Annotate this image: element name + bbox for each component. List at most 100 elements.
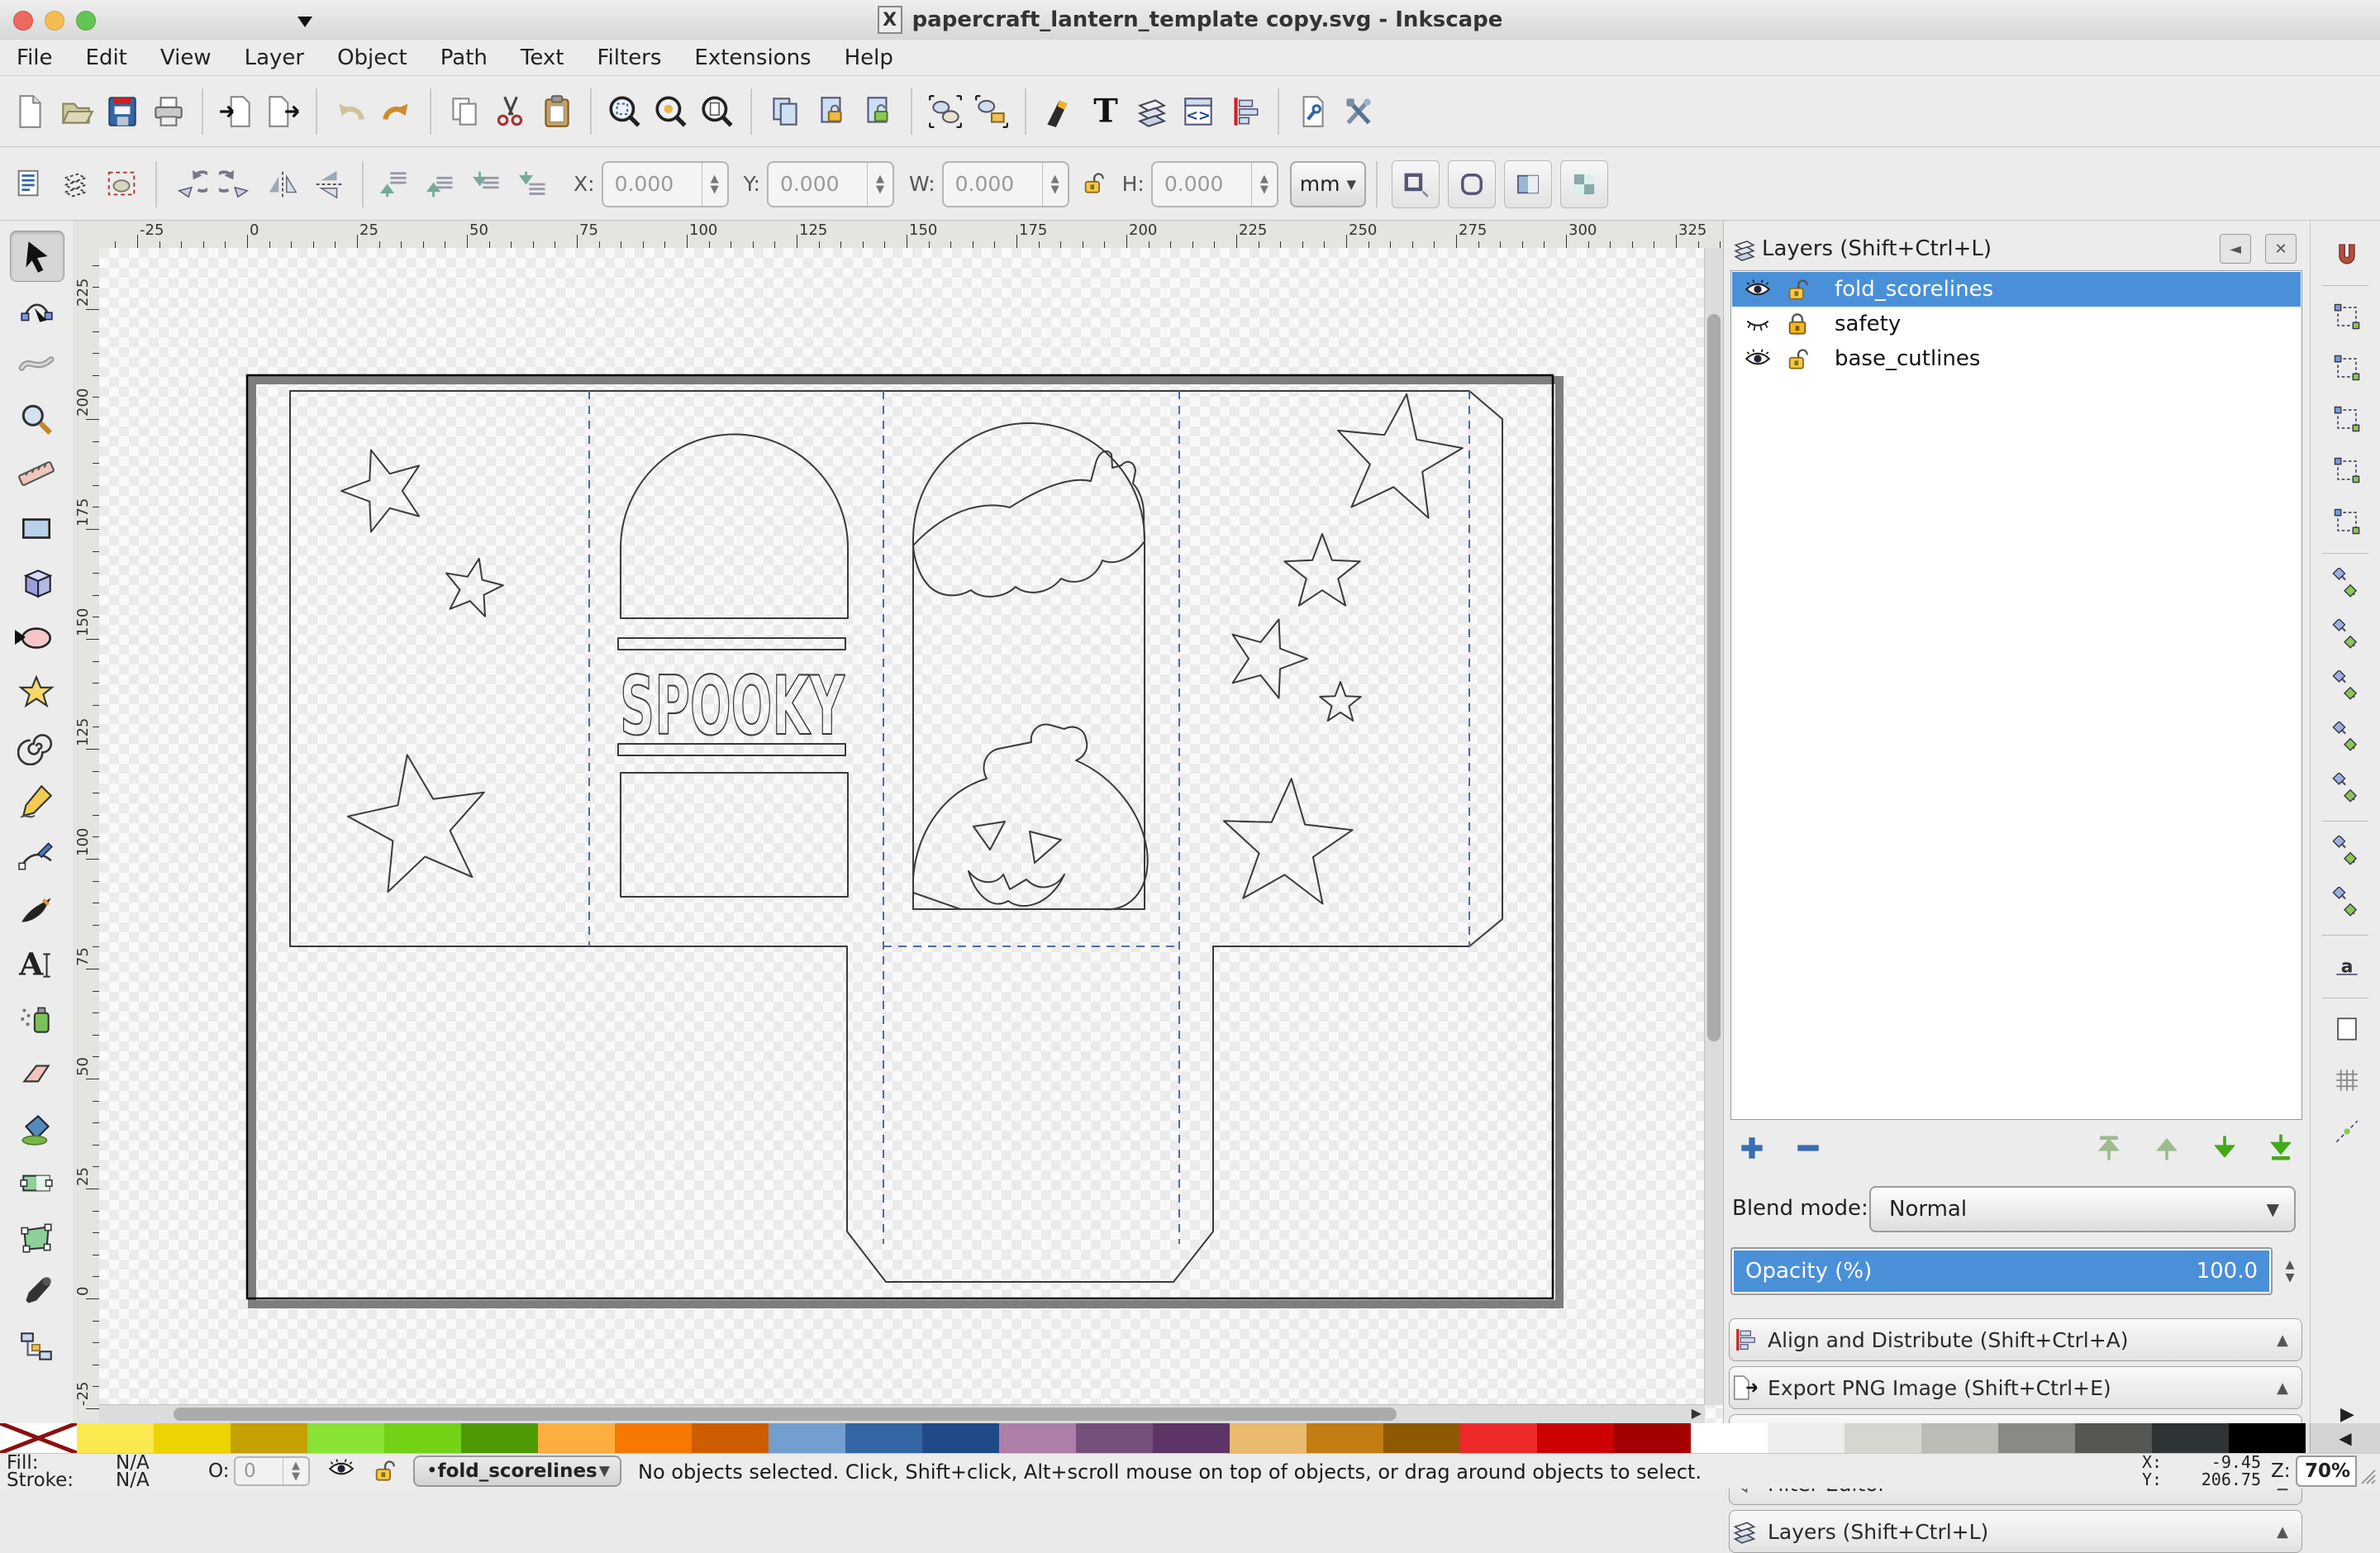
menu-path[interactable]: Path — [440, 45, 488, 70]
duplicate-button[interactable] — [762, 88, 808, 135]
menu-help[interactable]: Help — [845, 45, 893, 70]
color-swatch[interactable] — [1768, 1423, 1844, 1453]
color-swatch[interactable] — [692, 1423, 769, 1453]
layer-visibility-toggle[interactable] — [1744, 279, 1772, 299]
document-drawing[interactable]: SPOOKY — [99, 248, 1723, 1423]
tool-gradient[interactable] — [10, 1158, 63, 1208]
color-swatch[interactable] — [231, 1423, 307, 1453]
snap-bbox-centers-button[interactable] — [2327, 502, 2367, 541]
x-spinbox[interactable]: 0.000▲▼ — [602, 161, 729, 207]
rotate-cw-button[interactable] — [213, 161, 259, 207]
star-cutout[interactable] — [1224, 779, 1353, 903]
color-swatch[interactable] — [461, 1423, 538, 1453]
tool-paint-bucket[interactable] — [10, 1103, 63, 1153]
y-spinbox[interactable]: 0.000▲▼ — [767, 161, 894, 207]
snap-path-intersections-button[interactable] — [2327, 616, 2367, 655]
snap-bbox-edges-button[interactable] — [2327, 348, 2367, 388]
snap-nodes-button[interactable] — [2327, 565, 2367, 604]
xml-editor-button[interactable]: <> — [1175, 88, 1221, 135]
star-cutout[interactable] — [1338, 394, 1463, 518]
color-swatch[interactable] — [1460, 1423, 1537, 1453]
snap-bbox-corners-button[interactable] — [2327, 399, 2367, 439]
layer-row-fold_scorelines[interactable]: fold_scorelines — [1732, 272, 2301, 307]
menu-text[interactable]: Text — [521, 45, 564, 70]
toggle-move-patterns-button[interactable] — [1560, 160, 1608, 208]
collapse-arrow-icon[interactable]: ▲ — [2277, 1379, 2288, 1397]
horizontal-ruler[interactable]: -250255075100125150175200225250275300325 — [99, 221, 1723, 250]
document-properties-button[interactable] — [1289, 88, 1335, 135]
rotate-ccw-button[interactable] — [167, 161, 213, 207]
window-resize-grip[interactable] — [2359, 1455, 2378, 1487]
blend-mode-select[interactable]: Normal ▼ — [1869, 1186, 2296, 1232]
color-swatch[interactable] — [1383, 1423, 1460, 1453]
color-swatch[interactable] — [1153, 1423, 1230, 1453]
color-swatch[interactable] — [1691, 1423, 1768, 1453]
color-swatch[interactable] — [1537, 1423, 1614, 1453]
add-layer-button[interactable] — [1732, 1128, 1772, 1168]
toggle-move-gradients-button[interactable] — [1504, 160, 1552, 208]
lower-layer-button[interactable] — [2205, 1128, 2244, 1168]
zoom-to-page-button[interactable] — [694, 88, 740, 135]
snap-guide-button[interactable] — [2327, 1112, 2367, 1151]
lower-to-bottom-button[interactable] — [512, 161, 559, 207]
color-swatch[interactable] — [384, 1423, 461, 1453]
pumpkin-body[interactable] — [913, 725, 1148, 910]
cut-button[interactable] — [488, 88, 534, 135]
star-cutout[interactable] — [446, 559, 503, 617]
new-document-button[interactable] — [7, 88, 53, 135]
pumpkin-eye-left[interactable] — [973, 822, 1005, 850]
color-swatch[interactable] — [77, 1423, 154, 1453]
color-swatch[interactable] — [845, 1423, 922, 1453]
star-cutout[interactable] — [1320, 682, 1360, 721]
tool-text[interactable]: A — [10, 940, 63, 989]
layer-lock-toggle[interactable] — [1783, 312, 1811, 336]
color-swatch[interactable] — [1307, 1423, 1383, 1453]
tool-eraser[interactable] — [10, 1049, 63, 1098]
paste-button[interactable] — [534, 88, 580, 135]
snap-object-centers-button[interactable] — [2327, 832, 2367, 872]
fill-stroke-dialog-button[interactable] — [1036, 88, 1083, 135]
tool-connector[interactable] — [10, 1322, 63, 1371]
fold-scorelines[interactable] — [589, 391, 1469, 1244]
horizontal-scrollbar[interactable]: ▶ — [99, 1404, 1705, 1423]
pumpkin-eye-right[interactable] — [1030, 831, 1061, 863]
toggle-scale-corners-button[interactable] — [1448, 160, 1496, 208]
color-swatch[interactable] — [538, 1423, 615, 1453]
w-spinbox[interactable]: 0.000▲▼ — [942, 161, 1069, 207]
snap-node-smooth-button[interactable] — [2327, 718, 2367, 758]
palette-scroll-left[interactable]: ◀ — [2310, 1423, 2380, 1453]
vertical-ruler[interactable]: 2252001751501251007550250-25 — [73, 248, 101, 1423]
undo-button[interactable] — [327, 88, 374, 135]
color-swatch[interactable] — [1921, 1423, 1998, 1453]
tool-calligraphy[interactable] — [10, 885, 63, 935]
star-cutouts[interactable] — [341, 394, 1463, 904]
tool-mesh-gradient[interactable] — [10, 1212, 63, 1262]
snap-line-midpoints-button[interactable] — [2327, 769, 2367, 809]
current-layer-dropdown[interactable]: • fold_scorelines ▼ — [413, 1455, 621, 1487]
color-swatch[interactable] — [769, 1423, 845, 1453]
lower-layer-to-bottom-button[interactable] — [2261, 1128, 2301, 1168]
h-spinbox[interactable]: 0.000▲▼ — [1151, 161, 1278, 207]
scroll-right-arrow[interactable]: ▶ — [1692, 1405, 1702, 1421]
raise-layer-to-top-button[interactable] — [2089, 1128, 2129, 1168]
opacity-slider[interactable]: Opacity (%) 100.0 — [1730, 1247, 2273, 1295]
save-document-button[interactable] — [99, 88, 145, 135]
pumpkin-mouth[interactable] — [969, 871, 1064, 906]
zoom-to-selection-button[interactable] — [602, 88, 648, 135]
tool-bezier-pen[interactable] — [10, 831, 63, 880]
layer-row-base_cutlines[interactable]: base_cutlines — [1732, 341, 2301, 376]
align-distribute-dialog-button[interactable] — [1221, 88, 1268, 135]
color-swatch[interactable] — [1230, 1423, 1307, 1453]
snap-bbox-edge-midpoints-button[interactable] — [2327, 450, 2367, 490]
group-objects-button[interactable] — [922, 88, 969, 135]
layer-visibility-status-icon[interactable] — [329, 1459, 354, 1484]
layer-lock-status-icon[interactable] — [374, 1459, 395, 1487]
tool-star[interactable] — [10, 667, 63, 717]
color-swatch[interactable] — [307, 1423, 384, 1453]
base-cutline-outline[interactable] — [290, 391, 1502, 1282]
layers-dialog-button[interactable] — [1129, 88, 1175, 135]
menu-layer[interactable]: Layer — [245, 45, 305, 70]
tool-spray[interactable] — [10, 994, 63, 1044]
redo-button[interactable] — [374, 88, 420, 135]
arch-window-cutout[interactable] — [621, 435, 848, 619]
